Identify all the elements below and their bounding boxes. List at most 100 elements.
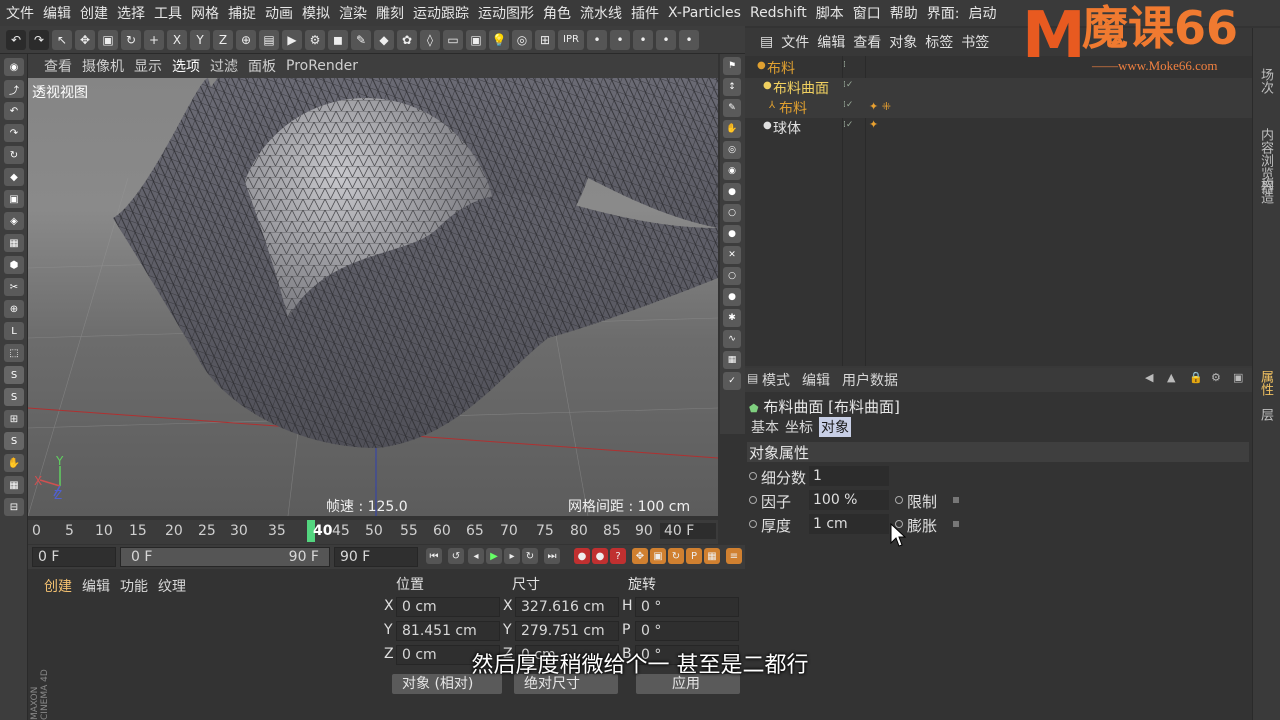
menu-item-4[interactable]: 工具: [154, 3, 182, 23]
visibility-dots-icon[interactable]: ⁞✓: [843, 80, 853, 90]
hand-icon[interactable]: ✋: [4, 454, 24, 472]
size-x-field[interactable]: 327.616 cm: [515, 597, 619, 617]
om-menu-5[interactable]: 书签: [961, 32, 989, 52]
menu-item-22[interactable]: 启动: [969, 3, 997, 23]
prop-value-2[interactable]: 1 cm: [809, 514, 889, 534]
am-menu-0[interactable]: 模式: [762, 370, 790, 390]
redo-icon[interactable]: ↷: [29, 29, 49, 50]
side-tab-2[interactable]: 构造: [1256, 178, 1275, 204]
viewport-menu-3[interactable]: 选项: [172, 56, 200, 76]
prop-extra-checkbox[interactable]: [953, 521, 959, 527]
plane-icon[interactable]: L: [4, 322, 24, 340]
view-icon[interactable]: ◉: [4, 58, 24, 76]
next-frame-icon[interactable]: ▸: [504, 548, 520, 564]
object-row-2[interactable]: ⅄ 布料 ⁞✓ ✦ ⁜: [745, 98, 1252, 118]
key-pos-icon[interactable]: ✥: [632, 548, 648, 564]
model-icon[interactable]: ◆: [4, 168, 24, 186]
bucket-icon[interactable]: ▦: [723, 351, 741, 369]
dot-white-icon[interactable]: ○: [723, 204, 741, 222]
key-pla-icon[interactable]: ▦: [704, 548, 720, 564]
move-icon[interactable]: ✥: [75, 29, 95, 50]
dollar1-icon[interactable]: S: [4, 366, 24, 384]
sphere-icon[interactable]: •: [587, 29, 607, 50]
z-axis-icon[interactable]: Z: [213, 29, 233, 50]
menu-item-18[interactable]: 脚本: [816, 3, 844, 23]
pos-x-field[interactable]: 0 cm: [396, 597, 500, 617]
viewport-menu-4[interactable]: 过滤: [210, 56, 238, 76]
render-region-icon[interactable]: ▤: [259, 29, 279, 50]
pen-icon[interactable]: ✎: [351, 29, 371, 50]
menu-item-9[interactable]: 渲染: [339, 3, 367, 23]
menu-item-8[interactable]: 模拟: [302, 3, 330, 23]
axis-icon[interactable]: ◈: [4, 212, 24, 230]
prop-value-1[interactable]: 100 %: [809, 490, 889, 510]
start-frame-field[interactable]: 0 F: [32, 547, 116, 567]
select-icon[interactable]: ↖: [52, 29, 72, 50]
menu-item-3[interactable]: 选择: [117, 3, 145, 23]
ipr-button[interactable]: IPR: [558, 29, 584, 50]
timeline-menu-icon[interactable]: ≡: [726, 548, 742, 564]
up-arrow-icon[interactable]: ▲: [1167, 371, 1175, 384]
om-menu-3[interactable]: 对象: [889, 32, 917, 52]
viewport-menu-1[interactable]: 摄像机: [82, 56, 124, 76]
rot-p-field[interactable]: 0 °: [635, 621, 739, 641]
menu-item-1[interactable]: 编辑: [43, 3, 71, 23]
deformer-icon[interactable]: ◊: [420, 29, 440, 50]
material-menu-0[interactable]: 创建: [44, 576, 72, 596]
camera-icon[interactable]: ▣: [466, 29, 486, 50]
paint-tool-icon[interactable]: ✎: [723, 99, 741, 117]
menu-item-7[interactable]: 动画: [265, 3, 293, 23]
menu-item-21[interactable]: 界面:: [927, 3, 960, 23]
menu-item-14[interactable]: 流水线: [580, 3, 622, 23]
visibility-dots-icon[interactable]: ⁞✓: [843, 120, 853, 130]
curve-icon[interactable]: ∿: [723, 330, 741, 348]
snap2-icon[interactable]: ✓: [723, 372, 741, 390]
om-menu-icon[interactable]: ▤: [760, 34, 773, 50]
play-icon[interactable]: ▶: [486, 548, 502, 564]
magnet-icon[interactable]: ⊕: [4, 300, 24, 318]
floor-icon[interactable]: ▭: [443, 29, 463, 50]
target-icon[interactable]: ◎: [723, 141, 741, 159]
y-axis-icon[interactable]: Y: [190, 29, 210, 50]
lock-icon[interactable]: 🔒: [1189, 371, 1203, 384]
record-icon[interactable]: ●: [574, 548, 590, 564]
material-menu-1[interactable]: 编辑: [82, 576, 110, 596]
fix-point-icon[interactable]: ◉: [723, 162, 741, 180]
om-menu-0[interactable]: 文件: [781, 32, 809, 52]
viewport-menu-6[interactable]: ProRender: [286, 58, 358, 74]
attr-tab-2[interactable]: 对象: [819, 417, 851, 437]
autokey-icon[interactable]: ●: [592, 548, 608, 564]
om-menu-1[interactable]: 编辑: [817, 32, 845, 52]
paint-icon[interactable]: ▦: [4, 476, 24, 494]
visibility-dots-icon[interactable]: ⁞✓: [843, 100, 853, 110]
rot-h-field[interactable]: 0 °: [635, 597, 739, 617]
menu-item-16[interactable]: X-Particles: [668, 5, 741, 21]
side-tab-4[interactable]: 层: [1256, 408, 1275, 421]
menu-item-5[interactable]: 网格: [191, 3, 219, 23]
menu-item-0[interactable]: 文件: [6, 3, 34, 23]
dot-white2-icon[interactable]: ○: [723, 267, 741, 285]
prop-anim-dot-icon[interactable]: [749, 520, 757, 528]
cloth-tag-icon[interactable]: ✦ ⁜: [869, 100, 891, 113]
dollar3-icon[interactable]: S: [4, 432, 24, 450]
visibility-dots-icon[interactable]: ⁞: [843, 60, 846, 70]
coord-system-icon[interactable]: ⊞: [4, 410, 24, 428]
cylinder-icon[interactable]: •: [656, 29, 676, 50]
gear-icon[interactable]: ✿: [397, 29, 417, 50]
settings-icon[interactable]: ⚙: [1211, 371, 1221, 384]
subdivide-icon[interactable]: ◆: [374, 29, 394, 50]
prop-anim-dot-icon[interactable]: [749, 496, 757, 504]
am-menu-2[interactable]: 用户数据: [842, 370, 898, 390]
prop-extra-checkbox[interactable]: [953, 497, 959, 503]
brush-icon[interactable]: ⬢: [4, 256, 24, 274]
menu-item-15[interactable]: 插件: [631, 3, 659, 23]
menu-item-2[interactable]: 创建: [80, 3, 108, 23]
prev-key-icon[interactable]: ↺: [448, 548, 464, 564]
edge-icon[interactable]: ↷: [4, 124, 24, 142]
frame-range-slider[interactable]: 0 F 90 F: [120, 547, 330, 567]
menu-item-12[interactable]: 运动图形: [478, 3, 534, 23]
grab-tool-icon[interactable]: ✋: [723, 120, 741, 138]
object-row-1[interactable]: ● 布料曲面 ⁞✓: [745, 78, 1252, 98]
menu-item-17[interactable]: Redshift: [750, 5, 807, 21]
snap-toggle-icon[interactable]: ⬚: [4, 344, 24, 362]
